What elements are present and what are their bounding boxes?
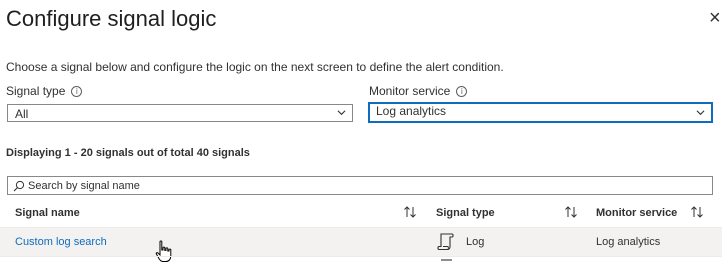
column-header-monitor-service[interactable]: Monitor service: [596, 207, 677, 219]
column-header-signal-name[interactable]: Signal name: [15, 207, 80, 219]
signal-count-text: Displaying 1 - 20 signals out of total 4…: [6, 147, 250, 159]
row-divider: [0, 256, 722, 257]
monitor-service-cell: Log analytics: [596, 236, 661, 248]
search-icon: [13, 180, 25, 192]
signal-type-dropdown[interactable]: All: [7, 104, 353, 122]
monitor-service-label-group: Monitor service i: [369, 84, 468, 98]
sort-icon[interactable]: [403, 205, 417, 219]
search-box[interactable]: [7, 176, 713, 195]
description-text: Choose a signal below and configure the …: [6, 60, 504, 74]
info-icon[interactable]: i: [71, 86, 83, 97]
monitor-service-dropdown[interactable]: Log analytics: [368, 102, 713, 123]
page-title: Configure signal logic: [6, 6, 217, 31]
column-header-signal-type[interactable]: Signal type: [436, 207, 495, 219]
log-scroll-icon: [437, 233, 454, 251]
sort-icon[interactable]: [690, 205, 704, 219]
chevron-down-icon: [337, 110, 346, 116]
info-icon[interactable]: i: [456, 86, 468, 97]
log-scroll-icon: [441, 259, 452, 261]
monitor-service-value: Log analytics: [376, 104, 447, 118]
signal-type-label-group: Signal type i: [6, 84, 83, 98]
chevron-down-icon: [696, 110, 705, 116]
monitor-service-label: Monitor service: [369, 84, 451, 98]
signal-type-value: All: [15, 107, 29, 121]
hand-pointer-cursor-icon: [155, 240, 172, 262]
signal-type-cell: Log: [466, 236, 485, 248]
signal-name-link[interactable]: Custom log search: [15, 236, 107, 248]
search-input[interactable]: [28, 178, 688, 193]
signal-type-label: Signal type: [6, 84, 66, 98]
sort-icon[interactable]: [564, 205, 578, 219]
close-icon[interactable]: ×: [709, 7, 721, 29]
